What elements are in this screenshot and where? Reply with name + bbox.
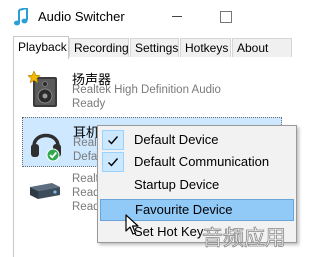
tab-settings[interactable]: Settings — [130, 38, 179, 58]
title-bar: Audio Switcher — [0, 0, 292, 36]
speaker-icon — [28, 71, 57, 107]
device-status: Ready — [72, 98, 106, 110]
tab-strip: Playback Recording Settings Hotkeys Abou… — [13, 36, 292, 59]
tab-recording[interactable]: Recording — [69, 38, 129, 58]
menu-item-startup-device[interactable]: Startup Device — [100, 174, 294, 196]
menu-item-label: Default Device — [134, 132, 219, 147]
window-title: Audio Switcher — [38, 9, 125, 24]
menu-item-label: Startup Device — [134, 177, 220, 192]
watermark-logo: 音频应用 — [202, 226, 287, 251]
receiver-icon — [30, 183, 60, 199]
checkmark-icon — [102, 130, 124, 150]
tab-playback[interactable]: Playback — [13, 36, 69, 59]
music-note-icon — [14, 8, 28, 26]
menu-item-default-communication[interactable]: Default Communication — [100, 151, 294, 173]
device-description: Realtek High Definition Audio — [72, 84, 221, 96]
menu-item-default-device[interactable]: Default Device — [100, 129, 294, 151]
menu-item-label: Set Hot Key — [134, 224, 204, 239]
menu-item-label: Favourite Device — [135, 202, 233, 217]
device-item-speaker[interactable]: 扬声器 Realtek High Definition Audio Ready — [22, 65, 282, 115]
mouse-cursor-icon — [125, 214, 139, 235]
headphones-icon — [31, 133, 61, 162]
minimize-button[interactable] — [166, 5, 188, 27]
menu-item-label: Default Communication — [134, 154, 270, 169]
maximize-button[interactable] — [214, 5, 236, 27]
tab-about[interactable]: About — [232, 38, 292, 58]
watermark-text: 音频应用 — [202, 226, 286, 250]
tab-hotkeys[interactable]: Hotkeys — [180, 38, 231, 58]
checkmark-icon — [102, 152, 124, 172]
